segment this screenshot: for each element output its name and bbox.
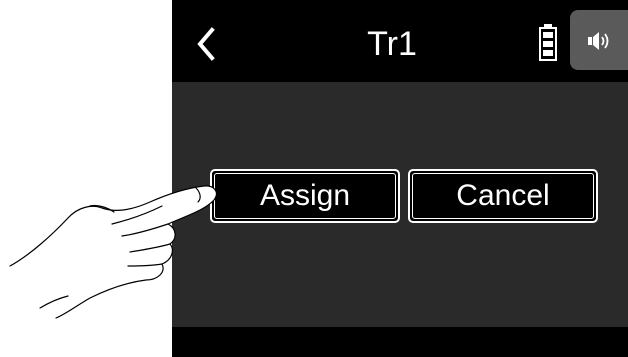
bottom-bar (172, 327, 628, 357)
battery-icon (537, 22, 559, 62)
assign-button[interactable]: Assign (210, 169, 400, 223)
cancel-button[interactable]: Cancel (408, 169, 598, 223)
back-button[interactable] (190, 24, 226, 64)
page-title: Tr1 (367, 25, 417, 63)
hand-pointer-illustration (9, 185, 217, 319)
speaker-icon (588, 32, 609, 50)
speaker-button[interactable] (570, 10, 628, 70)
chevron-left-icon (197, 27, 215, 61)
assign-button-label: Assign (259, 179, 351, 212)
device-screen: Tr1 Assign Cancel (172, 0, 628, 357)
header-bar: Tr1 (172, 0, 628, 82)
cancel-button-label: Cancel (456, 179, 550, 212)
